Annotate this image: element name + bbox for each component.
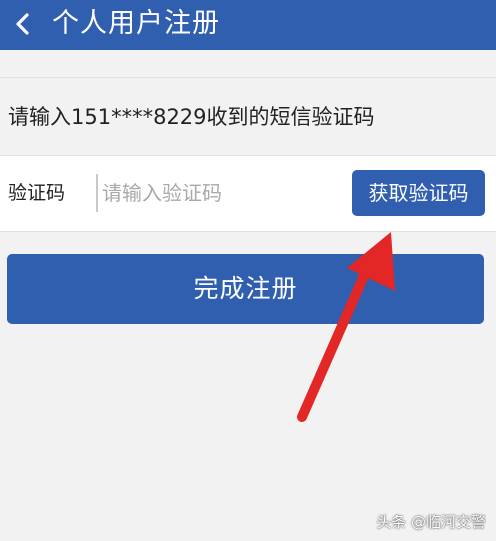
page-title: 个人用户注册 — [52, 8, 220, 39]
verification-code-label: 验证码 — [8, 182, 66, 204]
watermark: 头条 @临河交警 — [376, 513, 486, 531]
get-code-button[interactable]: 获取验证码 — [352, 170, 485, 216]
verification-code-row: 验证码 获取验证码 — [0, 156, 496, 231]
sms-hint-text: 请输入151****8229收到的短信验证码 — [8, 105, 375, 129]
divider — [0, 231, 496, 232]
finish-registration-button[interactable]: 完成注册 — [7, 254, 484, 324]
app-header: 个人用户注册 — [0, 0, 496, 50]
verification-code-input[interactable] — [96, 174, 336, 212]
divider — [0, 77, 496, 78]
chevron-left-icon[interactable] — [10, 10, 38, 38]
